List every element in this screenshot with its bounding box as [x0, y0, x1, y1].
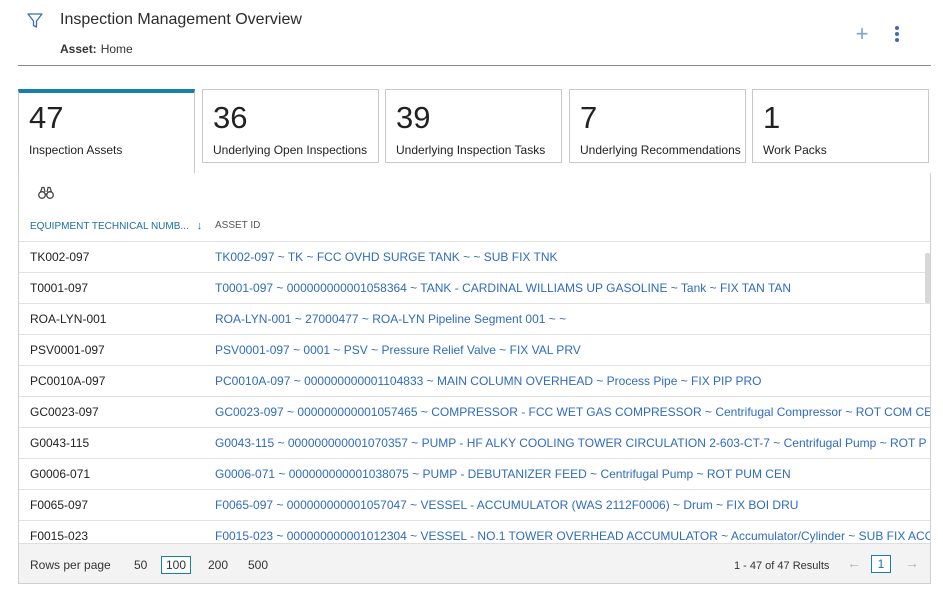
- table-row: GC0023-097 GC0023-097 ~ 00000000000105746…: [19, 396, 930, 427]
- tab-count: 47: [29, 100, 64, 135]
- rows-per-page-200[interactable]: 200: [208, 558, 228, 572]
- column-header-equipment-technical-number[interactable]: EQUIPMENT TECHNICAL NUMB... ↓: [30, 220, 202, 232]
- sort-descending-icon: ↓: [196, 220, 203, 232]
- tab-label: Underlying Open Inspections: [213, 143, 368, 157]
- asset-id-link[interactable]: G0006-071 ~ 000000000001038075 ~ PUMP - …: [215, 467, 930, 481]
- table-row: PSV0001-097 PSV0001-097 ~ 0001 ~ PSV ~ Pr…: [19, 334, 930, 365]
- equipment-number: GC0023-097: [30, 405, 99, 419]
- equipment-number: F0015-023: [30, 529, 89, 543]
- next-page-icon[interactable]: →: [905, 555, 919, 571]
- tab-label: Underlying Inspection Tasks: [396, 143, 546, 157]
- tab-label: Underlying Recommendations: [580, 143, 741, 157]
- equipment-number: PSV0001-097: [30, 343, 105, 357]
- table-body: TK002-097 TK002-097 ~ TK ~ FCC OVHD SURGE…: [19, 241, 930, 551]
- asset-id-link[interactable]: PC0010A-097 ~ 000000000001104833 ~ MAIN …: [215, 374, 930, 388]
- column-header-asset-id[interactable]: ASSET ID: [215, 220, 260, 231]
- equipment-number: F0065-097: [30, 498, 89, 512]
- tab-underlying-open-inspections[interactable]: 36 Underlying Open Inspections: [202, 89, 379, 163]
- asset-context: Asset: Home: [60, 42, 133, 56]
- asset-id-link[interactable]: PSV0001-097 ~ 0001 ~ PSV ~ Pressure Reli…: [215, 343, 930, 357]
- add-button[interactable]: +: [852, 21, 872, 46]
- page-title: Inspection Management Overview: [60, 11, 302, 28]
- tab-inspection-assets[interactable]: 47 Inspection Assets: [18, 89, 195, 173]
- table-row: T0001-097 T0001-097 ~ 000000000001058364 …: [19, 272, 930, 303]
- header-divider: [18, 65, 931, 66]
- current-page-button[interactable]: 1: [871, 555, 891, 573]
- table-row: G0043-115 G0043-115 ~ 000000000001070357 …: [19, 427, 930, 458]
- equipment-number: PC0010A-097: [30, 374, 106, 388]
- asset-id-link[interactable]: ROA-LYN-001 ~ 27000477 ~ ROA-LYN Pipelin…: [215, 312, 930, 326]
- tab-underlying-recommendations[interactable]: 7 Underlying Recommendations: [569, 89, 746, 163]
- column-header-label: EQUIPMENT TECHNICAL NUMB...: [30, 221, 189, 232]
- vertical-scrollbar[interactable]: [925, 253, 930, 303]
- pagination-bar: Rows per page 50 100 200 500 1 - 47 of 4…: [19, 543, 930, 583]
- assets-panel: EQUIPMENT TECHNICAL NUMB... ↓ ASSET ID TK…: [18, 173, 931, 584]
- summary-tabs: 47 Inspection Assets 36 Underlying Open …: [18, 89, 931, 173]
- equipment-number: TK002-097: [30, 250, 90, 264]
- tab-count: 39: [396, 100, 431, 135]
- plus-icon: +: [855, 21, 869, 46]
- more-vertical-icon: [889, 26, 905, 42]
- asset-label: Asset:: [60, 42, 97, 56]
- table-row: G0006-071 G0006-071 ~ 000000000001038075 …: [19, 458, 930, 489]
- asset-id-link[interactable]: TK002-097 ~ TK ~ FCC OVHD SURGE TANK ~ ~…: [215, 250, 930, 264]
- tab-count: 36: [213, 100, 248, 135]
- asset-id-link[interactable]: GC0023-097 ~ 000000000001057465 ~ COMPRE…: [215, 405, 930, 419]
- binoculars-icon[interactable]: [38, 186, 54, 200]
- page-header: Inspection Management Overview Asset: Hom…: [0, 0, 943, 66]
- tab-count: 1: [763, 100, 781, 135]
- asset-value: Home: [100, 42, 133, 56]
- rows-per-page-label: Rows per page: [30, 558, 111, 572]
- table-row: F0065-097 F0065-097 ~ 000000000001057047 …: [19, 489, 930, 520]
- equipment-number: ROA-LYN-001: [30, 312, 107, 326]
- equipment-number: G0043-115: [30, 436, 90, 450]
- tab-underlying-inspection-tasks[interactable]: 39 Underlying Inspection Tasks: [385, 89, 562, 163]
- tab-label: Work Packs: [763, 143, 827, 157]
- equipment-number: T0001-097: [30, 281, 89, 295]
- previous-page-icon[interactable]: ←: [847, 555, 861, 571]
- rows-per-page-100[interactable]: 100: [161, 556, 192, 574]
- table-row: ROA-LYN-001 ROA-LYN-001 ~ 27000477 ~ ROA-…: [19, 303, 930, 334]
- tab-count: 7: [580, 100, 598, 135]
- asset-id-link[interactable]: G0043-115 ~ 000000000001070357 ~ PUMP - …: [215, 436, 930, 450]
- rows-per-page-50[interactable]: 50: [134, 558, 147, 572]
- equipment-number: G0006-071: [30, 467, 91, 481]
- asset-id-link[interactable]: F0015-023 ~ 000000000001012304 ~ VESSEL …: [215, 529, 930, 543]
- tab-work-packs[interactable]: 1 Work Packs: [752, 89, 929, 163]
- asset-id-link[interactable]: F0065-097 ~ 000000000001057047 ~ VESSEL …: [215, 498, 930, 512]
- more-options-button[interactable]: [889, 26, 905, 44]
- asset-id-link[interactable]: T0001-097 ~ 000000000001058364 ~ TANK - …: [215, 281, 930, 295]
- table-row: PC0010A-097 PC0010A-097 ~ 000000000001104…: [19, 365, 930, 396]
- rows-per-page-500[interactable]: 500: [248, 558, 268, 572]
- tab-label: Inspection Assets: [29, 143, 123, 157]
- table-row: TK002-097 TK002-097 ~ TK ~ FCC OVHD SURGE…: [19, 241, 930, 272]
- filter-icon[interactable]: [26, 12, 44, 30]
- results-count: 1 - 47 of 47 Results: [734, 560, 830, 572]
